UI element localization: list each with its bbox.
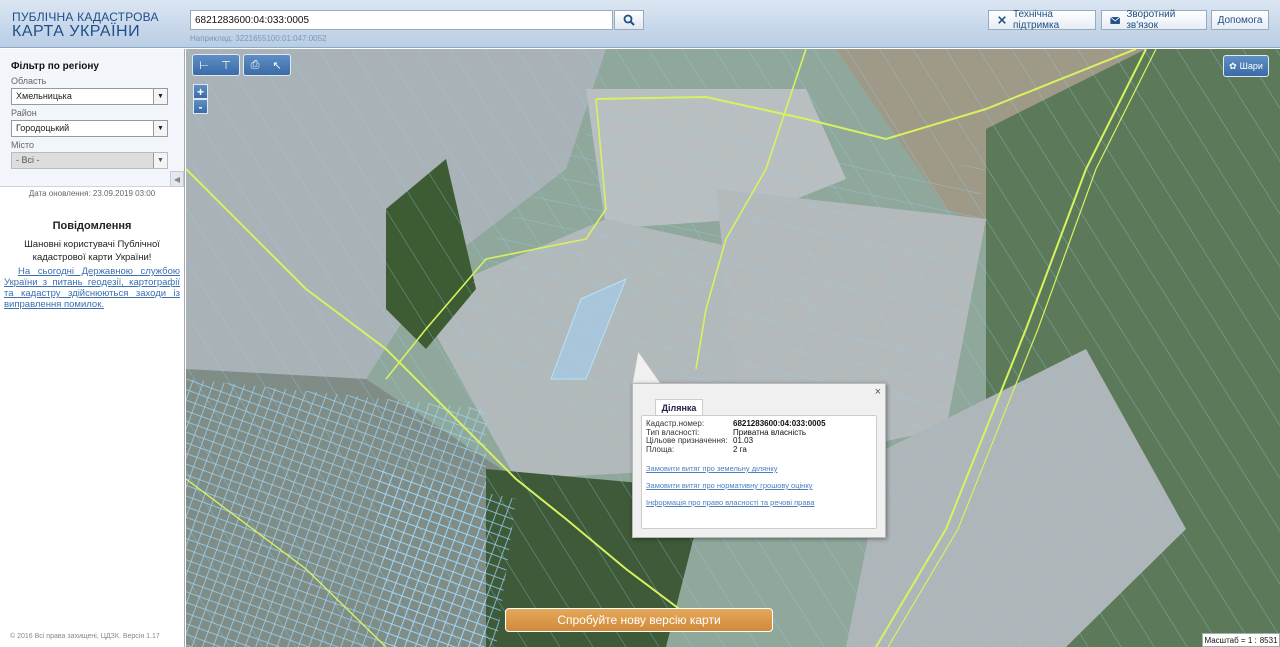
logo[interactable]: ПУБЛІЧНА КАДАСТРОВА КАРТА УКРАЇНИ xyxy=(12,10,159,41)
zoom-in-button[interactable]: + xyxy=(193,84,208,99)
ownership-info-link[interactable]: Інформація про право власності та речові… xyxy=(646,498,872,507)
filter-title: Фільтр по регіону xyxy=(11,61,99,72)
identify-cursor-icon[interactable]: ↖ xyxy=(266,55,288,75)
chevron-left-icon: ◀ xyxy=(173,174,181,184)
search-icon xyxy=(623,14,635,26)
field-value: 2 га xyxy=(733,444,747,454)
logo-top-text: ПУБЛІЧНА КАДАСТРОВА xyxy=(12,10,159,24)
measure-area-icon[interactable]: ⊤ xyxy=(215,55,237,75)
notice-link[interactable]: На сьогодні Державною службою України з … xyxy=(0,266,184,310)
search-area: Наприклад: 3221655100:01:047:0052 xyxy=(190,10,644,43)
notice-greeting: Шановні користувачі Публічної кадастрово… xyxy=(24,239,160,263)
feedback-label: Зворотний зв'язок xyxy=(1126,9,1176,31)
region-value: Хмельницька xyxy=(16,91,72,101)
city-value: - Всі - xyxy=(16,155,40,165)
scale-label: Масштаб = 1 : xyxy=(1204,635,1257,645)
sidebar: Фільтр по регіону Область Хмельницька ▼ … xyxy=(0,49,185,647)
support-button[interactable]: Технічна підтримка xyxy=(988,9,1096,31)
notice-title: Повідомлення xyxy=(52,220,132,232)
copyright: © 2016 Всі права захищені, ЦДЗК. Версія … xyxy=(10,633,160,640)
tab-parcel[interactable]: Ділянка xyxy=(655,399,703,416)
search-button[interactable] xyxy=(614,10,644,30)
city-label: Місто xyxy=(11,140,35,150)
search-hint: Наприклад: 3221655100:01:047:0052 xyxy=(190,34,327,43)
field-row: Цільове призначення: 01.03 xyxy=(646,436,872,446)
order-extract-link[interactable]: Замовити витяг про земельну ділянку xyxy=(646,464,872,473)
map-view[interactable]: ⊢ ⊤ ⎙ ↖ + - ✿ Шари × Ділянка Кадастр.ном… xyxy=(186,49,1280,647)
order-valuation-link[interactable]: Замовити витяг про нормативну грошову оц… xyxy=(646,481,872,490)
help-label: Допомога xyxy=(1217,14,1263,26)
layers-label: Шари xyxy=(1239,61,1263,71)
feedback-button[interactable]: Зворотний зв'язок xyxy=(1101,9,1207,31)
region-label: Область xyxy=(11,76,47,86)
parcel-popup: × Ділянка Кадастр.номер: 6821283600:04:0… xyxy=(632,383,886,538)
close-icon[interactable]: × xyxy=(875,386,881,398)
scale-value: 8531 xyxy=(1259,635,1278,645)
new-version-button[interactable]: Спробуйте нову версію карти xyxy=(505,608,773,632)
measure-distance-icon[interactable]: ⊢ xyxy=(193,55,215,75)
region-select[interactable]: Хмельницька ▼ xyxy=(11,88,168,105)
field-row: Площа: 2 га xyxy=(646,444,872,455)
print-icon[interactable]: ⎙ xyxy=(244,55,266,75)
satellite-imagery xyxy=(186,49,1280,647)
support-label: Технічна підтримка xyxy=(1012,9,1060,31)
sidebar-collapse-button[interactable]: ◀ xyxy=(170,171,184,187)
chevron-down-icon: ▼ xyxy=(153,153,167,168)
search-input[interactable] xyxy=(190,10,613,30)
district-label: Район xyxy=(11,108,37,118)
zoom-out-button[interactable]: - xyxy=(193,99,208,114)
district-select[interactable]: Городоцький ▼ xyxy=(11,120,168,137)
print-tools: ⎙ ↖ xyxy=(243,54,291,76)
field-key: Площа: xyxy=(646,444,675,454)
update-date: Дата оновлення: 23.09.2019 03:00 xyxy=(28,189,156,198)
logo-bottom-text: КАРТА УКРАЇНИ xyxy=(12,23,141,40)
measure-tools: ⊢ ⊤ xyxy=(192,54,240,76)
envelope-icon xyxy=(1110,16,1121,24)
scale-indicator: Масштаб = 1 : 8531 xyxy=(1202,633,1280,647)
popup-body: Кадастр.номер: 6821283600:04:033:0005 Ти… xyxy=(641,415,877,529)
district-value: Городоцький xyxy=(16,123,70,133)
gear-icon: ✿ xyxy=(1229,60,1237,71)
chevron-down-icon: ▼ xyxy=(153,89,167,104)
city-select[interactable]: - Всі - ▼ xyxy=(11,152,168,169)
header: ПУБЛІЧНА КАДАСТРОВА КАРТА УКРАЇНИ Наприк… xyxy=(0,0,1280,48)
region-filter: Фільтр по регіону Область Хмельницька ▼ … xyxy=(0,49,184,187)
chevron-down-icon: ▼ xyxy=(153,121,167,136)
tools-icon xyxy=(998,16,1006,24)
help-button[interactable]: Допомога xyxy=(1211,10,1269,30)
layers-button[interactable]: ✿ Шари xyxy=(1223,55,1269,77)
